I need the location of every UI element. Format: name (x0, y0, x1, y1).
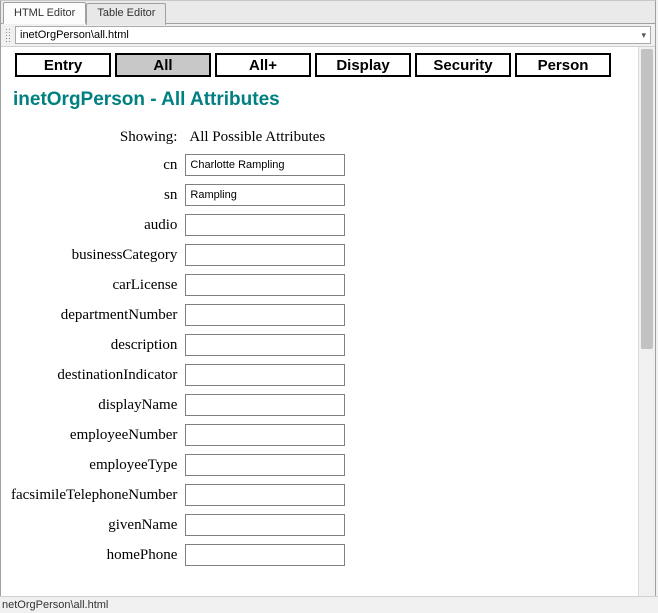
attr-input-description[interactable] (185, 334, 345, 356)
attr-label-employeeType: employeeType (9, 450, 183, 480)
status-bar: netOrgPerson\all.html (0, 596, 658, 612)
attr-input-departmentNumber[interactable] (185, 304, 345, 326)
nav-entry-button[interactable]: Entry (15, 53, 111, 77)
attr-label-sn: sn (9, 180, 183, 210)
attr-input-displayName[interactable] (185, 394, 345, 416)
tab-table-editor[interactable]: Table Editor (86, 3, 166, 25)
attr-input-givenName[interactable] (185, 514, 345, 536)
attr-input-businessCategory[interactable] (185, 244, 345, 266)
attr-label-businessCategory: businessCategory (9, 240, 183, 270)
attr-input-carLicense[interactable] (185, 274, 345, 296)
attr-input-audio[interactable] (185, 214, 345, 236)
attr-label-description: description (9, 330, 183, 360)
tab-html-editor[interactable]: HTML Editor (3, 2, 86, 24)
attr-label-facsimileTelephoneNumber: facsimileTelephoneNumber (9, 480, 183, 510)
attr-input-employeeType[interactable] (185, 454, 345, 476)
attr-label-departmentNumber: departmentNumber (9, 300, 183, 330)
attr-label-carLicense: carLicense (9, 270, 183, 300)
attr-label-employeeNumber: employeeNumber (9, 420, 183, 450)
editor-tab-strip: HTML Editor Table Editor (1, 1, 655, 24)
attr-input-facsimileTelephoneNumber[interactable] (185, 484, 345, 506)
nav-person-button[interactable]: Person (515, 53, 611, 77)
chevron-down-icon: ▾ (641, 30, 646, 41)
attr-input-cn[interactable] (185, 154, 345, 176)
attr-input-destinationIndicator[interactable] (185, 364, 345, 386)
scrollbar-thumb[interactable] (641, 49, 653, 349)
nav-security-button[interactable]: Security (415, 53, 511, 77)
attr-input-homePhone[interactable] (185, 544, 345, 566)
path-text: inetOrgPerson\all.html (20, 29, 129, 41)
path-combo[interactable]: inetOrgPerson\all.html ▾ (15, 26, 651, 44)
attr-label-cn: cn (9, 150, 183, 180)
attr-label-destinationIndicator: destinationIndicator (9, 360, 183, 390)
nav-all-button[interactable]: All (115, 53, 211, 77)
attr-input-sn[interactable] (185, 184, 345, 206)
path-bar: inetOrgPerson\all.html ▾ (1, 24, 655, 47)
attr-input-employeeNumber[interactable] (185, 424, 345, 446)
attr-label-audio: audio (9, 210, 183, 240)
showing-label: Showing: (9, 125, 183, 150)
attributes-table: Showing: All Possible Attributes cn sn a… (9, 125, 347, 570)
content-scroll[interactable]: Entry All All+ Display Security Person i… (1, 47, 638, 601)
vertical-scrollbar[interactable] (638, 47, 655, 601)
attr-label-displayName: displayName (9, 390, 183, 420)
attr-label-givenName: givenName (9, 510, 183, 540)
nav-display-button[interactable]: Display (315, 53, 411, 77)
toolbar-grip-icon (5, 28, 11, 42)
nav-all-plus-button[interactable]: All+ (215, 53, 311, 77)
attr-label-homePhone: homePhone (9, 540, 183, 570)
nav-button-row: Entry All All+ Display Security Person (9, 53, 630, 77)
page-title: inetOrgPerson - All Attributes (13, 89, 626, 111)
showing-value: All Possible Attributes (183, 125, 347, 150)
